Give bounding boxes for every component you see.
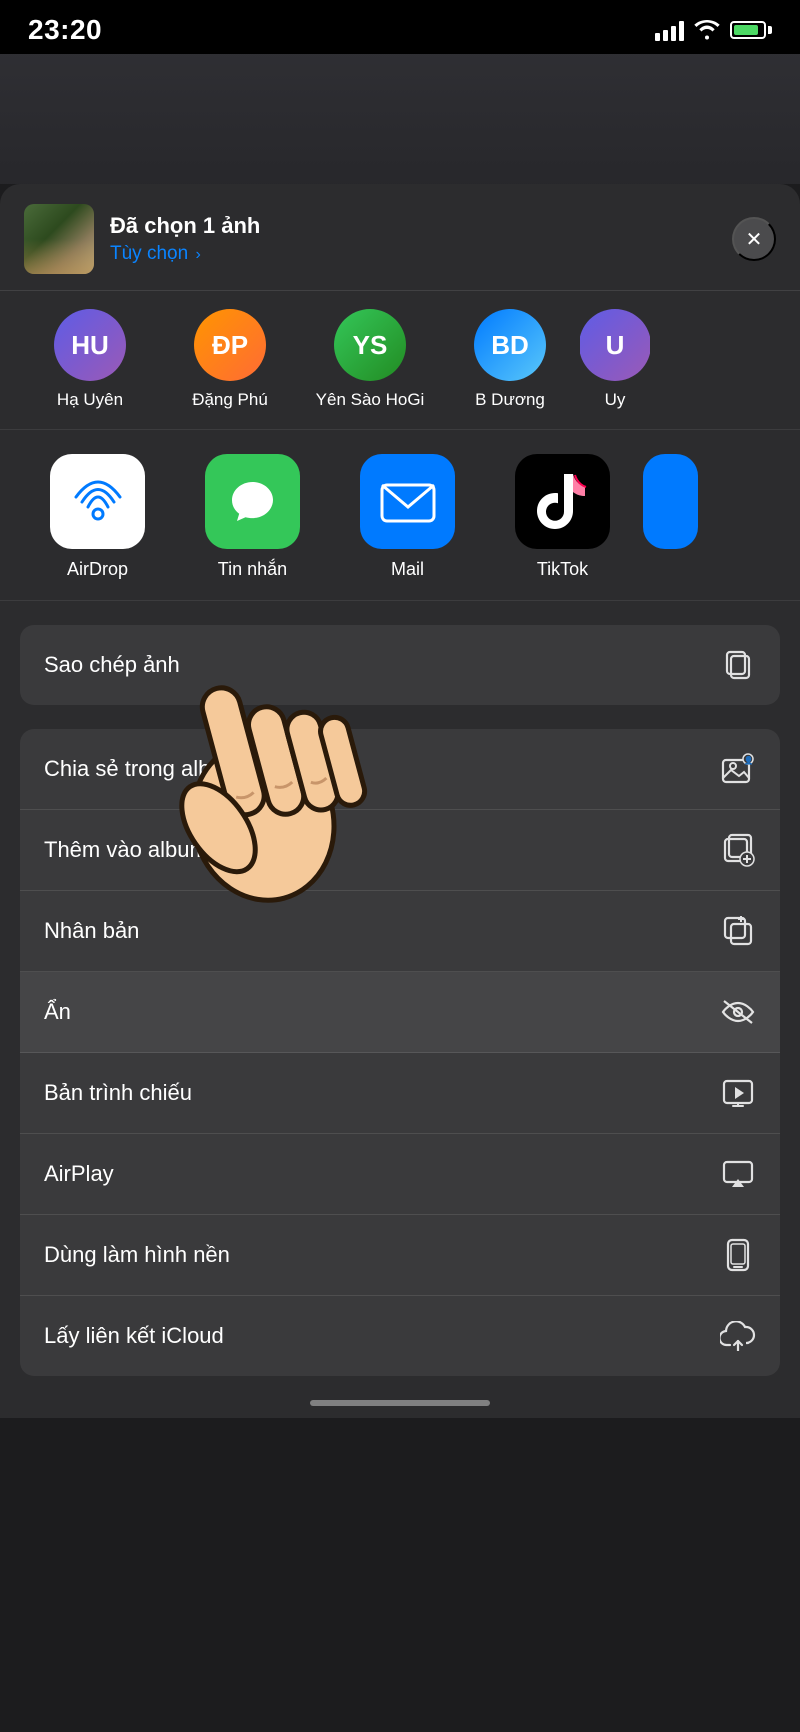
hide-label: Ẩn (44, 999, 71, 1025)
contact-name-yen-sao: Yên Sào HoGi (316, 389, 425, 411)
chevron-icon: › (195, 246, 200, 263)
airdrop-svg (68, 472, 128, 532)
add-album-icon (720, 832, 756, 868)
partial-app-icon (643, 454, 698, 549)
share-title-group: Đã chọn 1 ảnh Tùy chọn › (110, 213, 260, 265)
wallpaper-icon (720, 1237, 756, 1273)
mail-label: Mail (391, 559, 424, 580)
contact-ha-uyen[interactable]: HU Hạ Uyên (20, 309, 160, 411)
contact-b-duong[interactable]: BD B Dương (440, 309, 580, 411)
share-header-left: Đã chọn 1 ảnh Tùy chọn › (24, 204, 260, 274)
share-album-label: Chia sẻ trong album (44, 756, 241, 782)
slideshow-label: Bản trình chiếu (44, 1080, 192, 1106)
share-options-link[interactable]: Tùy chọn › (110, 243, 260, 265)
airplay-icon (720, 1156, 756, 1192)
action-group-2: Chia sẻ trong album 👤 Thêm vào album (20, 729, 780, 1376)
background-content (0, 54, 800, 184)
avatar-yen-sao: YS (334, 309, 406, 381)
copy-photo-label: Sao chép ảnh (44, 652, 180, 678)
icloud-link-label: Lấy liên kết iCloud (44, 1323, 224, 1349)
avatar-ha-uyen: HU (54, 309, 126, 381)
app-tiktok[interactable]: TikTok (485, 454, 640, 580)
share-album-icon: 👤 (720, 751, 756, 787)
app-partial[interactable] (640, 454, 700, 549)
close-button[interactable]: ✕ (732, 217, 776, 261)
avatar-b-duong: BD (474, 309, 546, 381)
tiktok-label: TikTok (537, 559, 588, 580)
add-album-label: Thêm vào album (44, 837, 208, 863)
action-group-1: Sao chép ảnh (20, 625, 780, 705)
battery-icon (730, 21, 772, 39)
messages-label: Tin nhắn (218, 559, 287, 580)
mail-svg (378, 477, 438, 527)
action-copy-photo[interactable]: Sao chép ảnh (20, 625, 780, 705)
avatar-dang-phu: ĐP (194, 309, 266, 381)
photo-thumbnail (24, 204, 94, 274)
hide-icon (720, 994, 756, 1030)
contact-name-uy: Uy (605, 389, 626, 411)
airplay-label: AirPlay (44, 1161, 114, 1187)
action-icloud-link[interactable]: Lấy liên kết iCloud (20, 1296, 780, 1376)
copy-photo-icon (720, 647, 756, 683)
wallpaper-label: Dùng làm hình nền (44, 1242, 230, 1268)
wifi-icon (694, 20, 720, 40)
tiktok-icon (515, 454, 610, 549)
duplicate-label: Nhân bản (44, 918, 139, 944)
action-duplicate[interactable]: Nhân bản (20, 891, 780, 972)
avatar-uy: U (580, 309, 650, 381)
app-messages[interactable]: Tin nhắn (175, 454, 330, 580)
contact-name-ha-uyen: Hạ Uyên (57, 389, 123, 411)
action-hide[interactable]: Ẩn (20, 972, 780, 1053)
app-airdrop[interactable]: AirDrop (20, 454, 175, 580)
messages-svg (225, 474, 280, 529)
contact-name-dang-phu: Đặng Phú (192, 389, 268, 411)
status-time: 23:20 (28, 14, 102, 46)
contacts-row: HU Hạ Uyên ĐP Đặng Phú YS Yên Sào HoGi B… (0, 291, 800, 430)
share-sheet: Đã chọn 1 ảnh Tùy chọn › ✕ HU Hạ Uyên ĐP… (0, 184, 800, 1418)
contact-yen-sao[interactable]: YS Yên Sào HoGi (300, 309, 440, 411)
close-icon: ✕ (746, 227, 763, 252)
mail-icon (360, 454, 455, 549)
home-indicator (310, 1400, 490, 1406)
contact-name-b-duong: B Dương (475, 389, 545, 411)
action-add-album[interactable]: Thêm vào album (20, 810, 780, 891)
share-header: Đã chọn 1 ảnh Tùy chọn › ✕ (0, 184, 800, 291)
icloud-link-icon (720, 1318, 756, 1354)
slideshow-icon (720, 1075, 756, 1111)
svg-text:👤: 👤 (744, 755, 754, 765)
apps-row: AirDrop Tin nhắn Mail (0, 430, 800, 601)
action-share-album[interactable]: Chia sẻ trong album 👤 (20, 729, 780, 810)
action-airplay[interactable]: AirPlay (20, 1134, 780, 1215)
airdrop-label: AirDrop (67, 559, 128, 580)
messages-icon (205, 454, 300, 549)
action-wallpaper[interactable]: Dùng làm hình nền (20, 1215, 780, 1296)
signal-bars-icon (655, 19, 684, 41)
action-slideshow[interactable]: Bản trình chiếu (20, 1053, 780, 1134)
status-bar: 23:20 (0, 0, 800, 54)
contact-uy-partial[interactable]: U Uy (580, 309, 650, 411)
contact-dang-phu[interactable]: ĐP Đặng Phú (160, 309, 300, 411)
share-title: Đã chọn 1 ảnh (110, 213, 260, 239)
status-icons (655, 19, 772, 41)
duplicate-icon (720, 913, 756, 949)
app-mail[interactable]: Mail (330, 454, 485, 580)
airdrop-icon (50, 454, 145, 549)
tiktok-svg (535, 469, 590, 534)
